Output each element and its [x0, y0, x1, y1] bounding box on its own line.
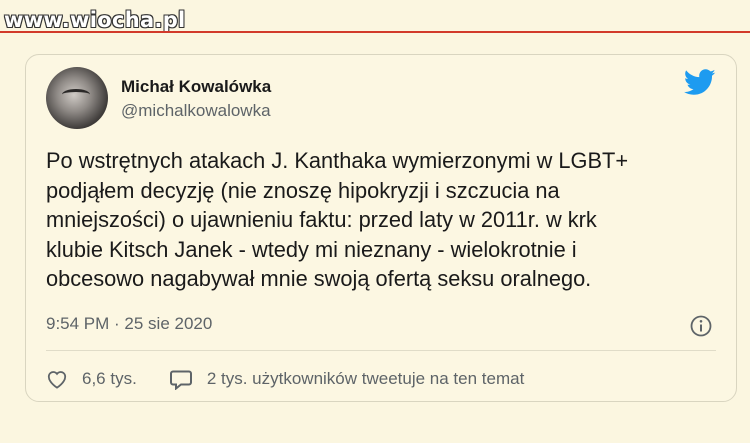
tweet-text-line: Po wstrętnych atakach J. Kanthaka wymier…	[46, 148, 629, 173]
tweet-timestamp[interactable]: 9:54 PM · 25 sie 2020	[46, 314, 212, 334]
watermark-underline	[0, 31, 750, 33]
tweet-actions: 6,6 tys. 2 tys. użytkowników tweetuje na…	[46, 368, 524, 390]
twitter-bird-icon[interactable]	[684, 69, 716, 96]
conversation-link[interactable]: 2 tys. użytkowników tweetuje na ten tema…	[207, 369, 525, 389]
tweet-text-line: obcesowo nagabywał mnie swoją ofertą sek…	[46, 266, 592, 291]
tweet-text: Po wstrętnych atakach J. Kanthaka wymier…	[46, 146, 716, 294]
info-icon[interactable]	[690, 315, 712, 337]
heart-icon[interactable]	[46, 369, 68, 389]
site-watermark: www.wiocha.pl	[4, 8, 186, 32]
tweet-divider	[46, 350, 716, 351]
tweet-text-line: podjąłem decyzję (nie znoszę hipokryzji …	[46, 177, 560, 203]
tweet-text-line: klubie Kitsch Janek - wtedy mi nieznany …	[46, 236, 577, 262]
like-count[interactable]: 6,6 tys.	[82, 369, 137, 389]
author-avatar[interactable]	[46, 67, 108, 129]
author-name[interactable]: Michał Kowalówka	[121, 77, 271, 97]
tweet-text-line: mniejszości) o ujawnieniu faktu: przed l…	[46, 207, 597, 232]
tweet-card[interactable]: Michał Kowalówka @michalkowalowka Po wst…	[25, 54, 737, 402]
speech-bubble-icon[interactable]	[169, 368, 193, 390]
author-handle[interactable]: @michalkowalowka	[121, 101, 271, 121]
